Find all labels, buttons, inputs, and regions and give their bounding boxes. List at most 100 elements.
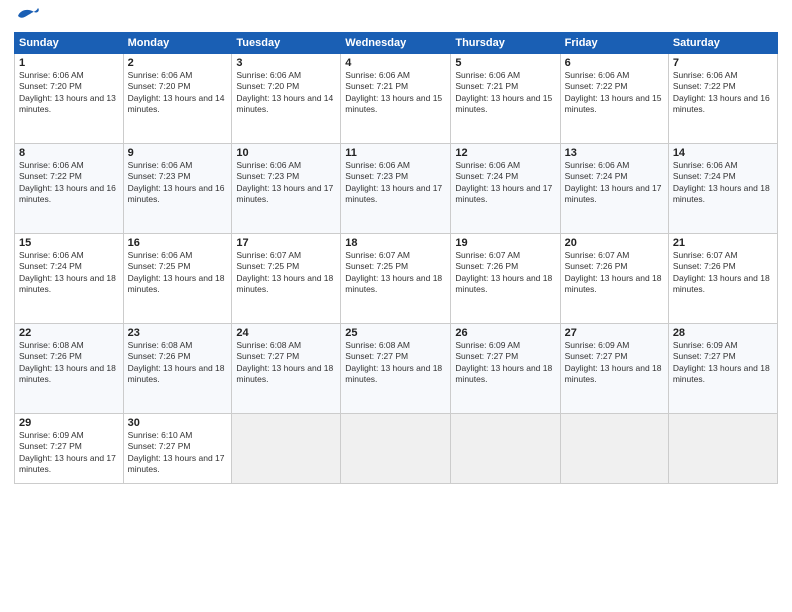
table-row: 21Sunrise: 6:07 AMSunset: 7:26 PMDayligh…	[668, 234, 777, 324]
table-row: 27Sunrise: 6:09 AMSunset: 7:27 PMDayligh…	[560, 324, 668, 414]
table-row: 2Sunrise: 6:06 AMSunset: 7:20 PMDaylight…	[123, 54, 232, 144]
day-info: Sunrise: 6:09 AMSunset: 7:27 PMDaylight:…	[673, 340, 773, 386]
table-row	[560, 414, 668, 484]
day-number: 2	[128, 57, 228, 69]
day-info: Sunrise: 6:09 AMSunset: 7:27 PMDaylight:…	[455, 340, 555, 386]
day-number: 3	[236, 57, 336, 69]
day-info: Sunrise: 6:06 AMSunset: 7:21 PMDaylight:…	[345, 70, 446, 116]
day-number: 21	[673, 237, 773, 249]
day-number: 17	[236, 237, 336, 249]
day-number: 4	[345, 57, 446, 69]
table-row	[341, 414, 451, 484]
day-info: Sunrise: 6:06 AMSunset: 7:25 PMDaylight:…	[128, 250, 228, 296]
day-info: Sunrise: 6:06 AMSunset: 7:23 PMDaylight:…	[128, 160, 228, 206]
page-container: Sunday Monday Tuesday Wednesday Thursday…	[0, 0, 792, 612]
day-number: 13	[565, 147, 664, 159]
col-wednesday: Wednesday	[341, 33, 451, 54]
day-number: 28	[673, 327, 773, 339]
day-number: 18	[345, 237, 446, 249]
table-row: 22Sunrise: 6:08 AMSunset: 7:26 PMDayligh…	[15, 324, 124, 414]
table-row: 15Sunrise: 6:06 AMSunset: 7:24 PMDayligh…	[15, 234, 124, 324]
table-row: 11Sunrise: 6:06 AMSunset: 7:23 PMDayligh…	[341, 144, 451, 234]
table-row: 8Sunrise: 6:06 AMSunset: 7:22 PMDaylight…	[15, 144, 124, 234]
day-info: Sunrise: 6:07 AMSunset: 7:26 PMDaylight:…	[673, 250, 773, 296]
day-number: 23	[128, 327, 228, 339]
day-info: Sunrise: 6:06 AMSunset: 7:20 PMDaylight:…	[128, 70, 228, 116]
calendar-week-row: 8Sunrise: 6:06 AMSunset: 7:22 PMDaylight…	[15, 144, 778, 234]
day-number: 29	[19, 417, 119, 429]
day-number: 1	[19, 57, 119, 69]
col-sunday: Sunday	[15, 33, 124, 54]
logo-bird-icon	[16, 6, 40, 26]
table-row: 4Sunrise: 6:06 AMSunset: 7:21 PMDaylight…	[341, 54, 451, 144]
col-friday: Friday	[560, 33, 668, 54]
table-row: 9Sunrise: 6:06 AMSunset: 7:23 PMDaylight…	[123, 144, 232, 234]
day-info: Sunrise: 6:07 AMSunset: 7:26 PMDaylight:…	[455, 250, 555, 296]
day-number: 5	[455, 57, 555, 69]
day-info: Sunrise: 6:09 AMSunset: 7:27 PMDaylight:…	[19, 430, 119, 476]
day-info: Sunrise: 6:06 AMSunset: 7:21 PMDaylight:…	[455, 70, 555, 116]
calendar-week-row: 1Sunrise: 6:06 AMSunset: 7:20 PMDaylight…	[15, 54, 778, 144]
table-row	[668, 414, 777, 484]
day-number: 22	[19, 327, 119, 339]
day-info: Sunrise: 6:06 AMSunset: 7:20 PMDaylight:…	[19, 70, 119, 116]
page-header	[14, 10, 778, 26]
col-thursday: Thursday	[451, 33, 560, 54]
table-row: 23Sunrise: 6:08 AMSunset: 7:26 PMDayligh…	[123, 324, 232, 414]
day-info: Sunrise: 6:06 AMSunset: 7:22 PMDaylight:…	[565, 70, 664, 116]
day-number: 6	[565, 57, 664, 69]
day-info: Sunrise: 6:06 AMSunset: 7:22 PMDaylight:…	[673, 70, 773, 116]
day-number: 12	[455, 147, 555, 159]
table-row: 1Sunrise: 6:06 AMSunset: 7:20 PMDaylight…	[15, 54, 124, 144]
day-info: Sunrise: 6:10 AMSunset: 7:27 PMDaylight:…	[128, 430, 228, 476]
col-tuesday: Tuesday	[232, 33, 341, 54]
table-row: 6Sunrise: 6:06 AMSunset: 7:22 PMDaylight…	[560, 54, 668, 144]
table-row: 12Sunrise: 6:06 AMSunset: 7:24 PMDayligh…	[451, 144, 560, 234]
day-info: Sunrise: 6:06 AMSunset: 7:24 PMDaylight:…	[673, 160, 773, 206]
day-info: Sunrise: 6:06 AMSunset: 7:24 PMDaylight:…	[565, 160, 664, 206]
logo	[14, 10, 40, 26]
day-number: 26	[455, 327, 555, 339]
table-row: 10Sunrise: 6:06 AMSunset: 7:23 PMDayligh…	[232, 144, 341, 234]
table-row: 17Sunrise: 6:07 AMSunset: 7:25 PMDayligh…	[232, 234, 341, 324]
calendar-week-row: 29Sunrise: 6:09 AMSunset: 7:27 PMDayligh…	[15, 414, 778, 484]
day-number: 10	[236, 147, 336, 159]
day-info: Sunrise: 6:08 AMSunset: 7:26 PMDaylight:…	[128, 340, 228, 386]
day-number: 16	[128, 237, 228, 249]
day-info: Sunrise: 6:06 AMSunset: 7:22 PMDaylight:…	[19, 160, 119, 206]
col-monday: Monday	[123, 33, 232, 54]
day-number: 30	[128, 417, 228, 429]
day-info: Sunrise: 6:08 AMSunset: 7:27 PMDaylight:…	[345, 340, 446, 386]
calendar-header-row: Sunday Monday Tuesday Wednesday Thursday…	[15, 33, 778, 54]
day-info: Sunrise: 6:08 AMSunset: 7:27 PMDaylight:…	[236, 340, 336, 386]
table-row: 25Sunrise: 6:08 AMSunset: 7:27 PMDayligh…	[341, 324, 451, 414]
day-number: 20	[565, 237, 664, 249]
table-row: 28Sunrise: 6:09 AMSunset: 7:27 PMDayligh…	[668, 324, 777, 414]
day-info: Sunrise: 6:06 AMSunset: 7:20 PMDaylight:…	[236, 70, 336, 116]
day-info: Sunrise: 6:07 AMSunset: 7:25 PMDaylight:…	[236, 250, 336, 296]
table-row: 29Sunrise: 6:09 AMSunset: 7:27 PMDayligh…	[15, 414, 124, 484]
day-number: 7	[673, 57, 773, 69]
day-number: 24	[236, 327, 336, 339]
day-number: 8	[19, 147, 119, 159]
table-row: 30Sunrise: 6:10 AMSunset: 7:27 PMDayligh…	[123, 414, 232, 484]
day-number: 27	[565, 327, 664, 339]
col-saturday: Saturday	[668, 33, 777, 54]
day-info: Sunrise: 6:08 AMSunset: 7:26 PMDaylight:…	[19, 340, 119, 386]
calendar-table: Sunday Monday Tuesday Wednesday Thursday…	[14, 32, 778, 484]
day-info: Sunrise: 6:06 AMSunset: 7:23 PMDaylight:…	[236, 160, 336, 206]
day-info: Sunrise: 6:06 AMSunset: 7:24 PMDaylight:…	[455, 160, 555, 206]
day-number: 15	[19, 237, 119, 249]
calendar-week-row: 15Sunrise: 6:06 AMSunset: 7:24 PMDayligh…	[15, 234, 778, 324]
table-row: 18Sunrise: 6:07 AMSunset: 7:25 PMDayligh…	[341, 234, 451, 324]
table-row: 16Sunrise: 6:06 AMSunset: 7:25 PMDayligh…	[123, 234, 232, 324]
day-info: Sunrise: 6:07 AMSunset: 7:25 PMDaylight:…	[345, 250, 446, 296]
day-number: 19	[455, 237, 555, 249]
day-info: Sunrise: 6:06 AMSunset: 7:24 PMDaylight:…	[19, 250, 119, 296]
table-row: 13Sunrise: 6:06 AMSunset: 7:24 PMDayligh…	[560, 144, 668, 234]
table-row: 7Sunrise: 6:06 AMSunset: 7:22 PMDaylight…	[668, 54, 777, 144]
table-row: 14Sunrise: 6:06 AMSunset: 7:24 PMDayligh…	[668, 144, 777, 234]
day-info: Sunrise: 6:06 AMSunset: 7:23 PMDaylight:…	[345, 160, 446, 206]
day-number: 11	[345, 147, 446, 159]
day-info: Sunrise: 6:09 AMSunset: 7:27 PMDaylight:…	[565, 340, 664, 386]
